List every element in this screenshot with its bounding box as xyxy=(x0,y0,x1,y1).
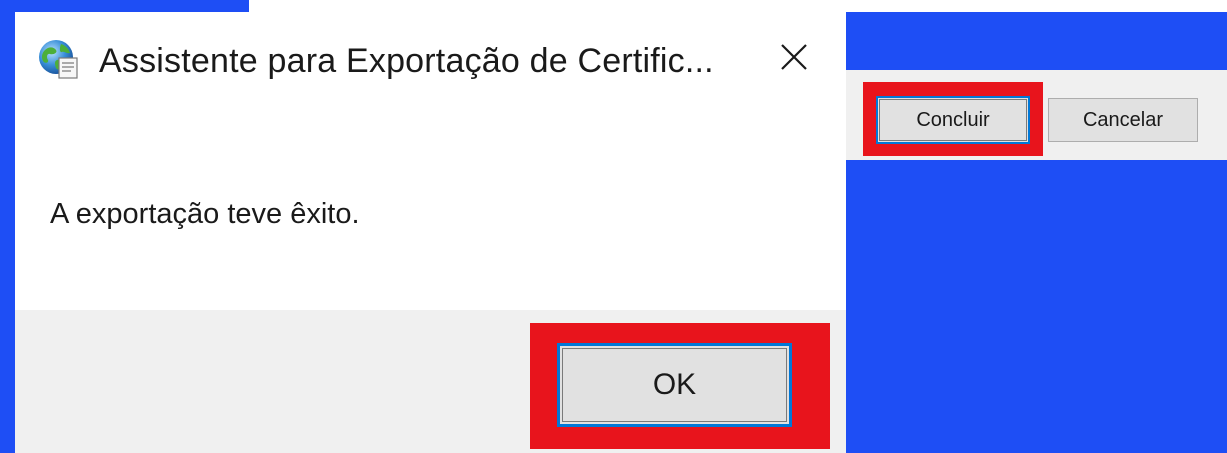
dialog-title-bar[interactable]: Assistente para Exportação de Certific..… xyxy=(15,12,846,110)
wizard-buttons-panel: Concluir Cancelar xyxy=(846,70,1227,160)
top-background-strip xyxy=(249,0,1227,12)
certificate-globe-icon xyxy=(37,38,81,82)
dialog-title: Assistente para Exportação de Certific..… xyxy=(99,42,714,80)
cancel-button[interactable]: Cancelar xyxy=(1048,98,1198,142)
export-success-dialog: Assistente para Exportação de Certific..… xyxy=(15,12,846,453)
finish-button[interactable]: Concluir xyxy=(876,96,1030,144)
success-message: A exportação teve êxito. xyxy=(50,198,360,230)
dialog-footer: OK xyxy=(15,310,846,453)
ok-button[interactable]: OK xyxy=(557,343,792,427)
close-icon[interactable] xyxy=(769,32,819,82)
